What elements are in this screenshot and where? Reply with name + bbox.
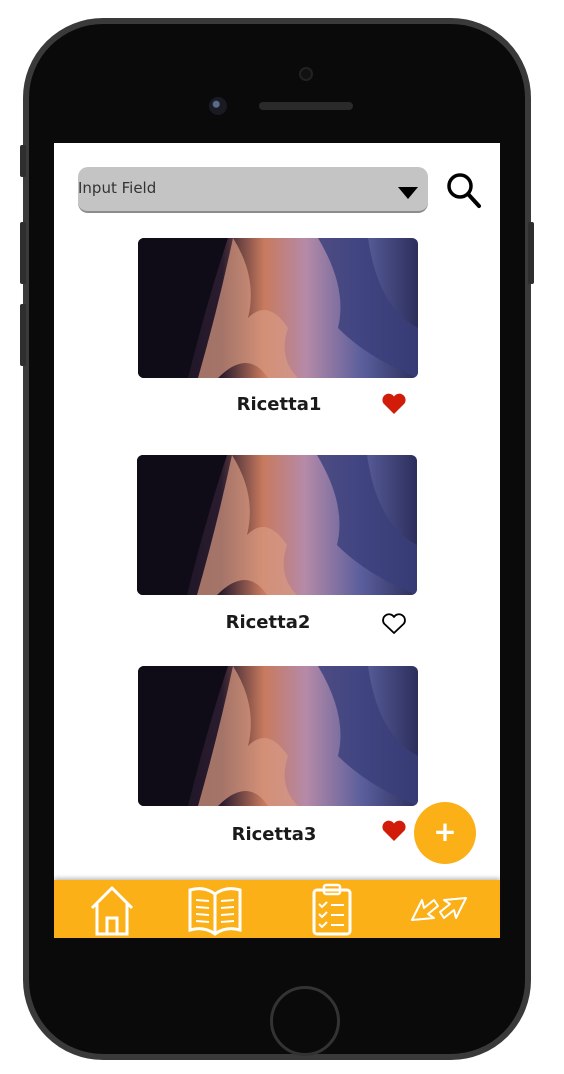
search-icon[interactable] — [444, 171, 484, 211]
bottom-tab-bar — [54, 880, 500, 938]
mute-switch — [20, 145, 26, 177]
volume-down-button — [20, 304, 26, 366]
swap-arrows-icon[interactable] — [408, 882, 470, 936]
add-recipe-button[interactable]: + — [414, 802, 476, 864]
search-placeholder: Input Field — [78, 179, 157, 197]
chevron-down-icon[interactable] — [398, 187, 418, 199]
recipe-image[interactable] — [138, 238, 418, 378]
app-screen: Input Field Ricetta1 Ricetta2 Ricetta3 + — [54, 143, 500, 938]
heart-icon[interactable] — [381, 819, 407, 843]
camera-lens — [209, 97, 227, 115]
home-hardware-button[interactable] — [270, 986, 340, 1056]
power-button — [528, 222, 534, 284]
home-icon[interactable] — [88, 882, 136, 936]
recipe-image[interactable] — [137, 455, 417, 595]
clipboard-list-icon[interactable] — [310, 882, 354, 936]
recipe-title[interactable]: Ricetta1 — [189, 394, 369, 415]
recipe-image[interactable] — [138, 666, 418, 806]
recipe-title[interactable]: Ricetta2 — [178, 612, 358, 633]
heart-outline-icon[interactable] — [381, 612, 407, 636]
speaker — [259, 102, 353, 110]
book-icon[interactable] — [186, 882, 244, 936]
front-camera — [299, 67, 313, 81]
search-dropdown[interactable]: Input Field — [78, 167, 428, 213]
heart-icon[interactable] — [381, 392, 407, 416]
volume-up-button — [20, 222, 26, 284]
recipe-title[interactable]: Ricetta3 — [184, 824, 364, 845]
